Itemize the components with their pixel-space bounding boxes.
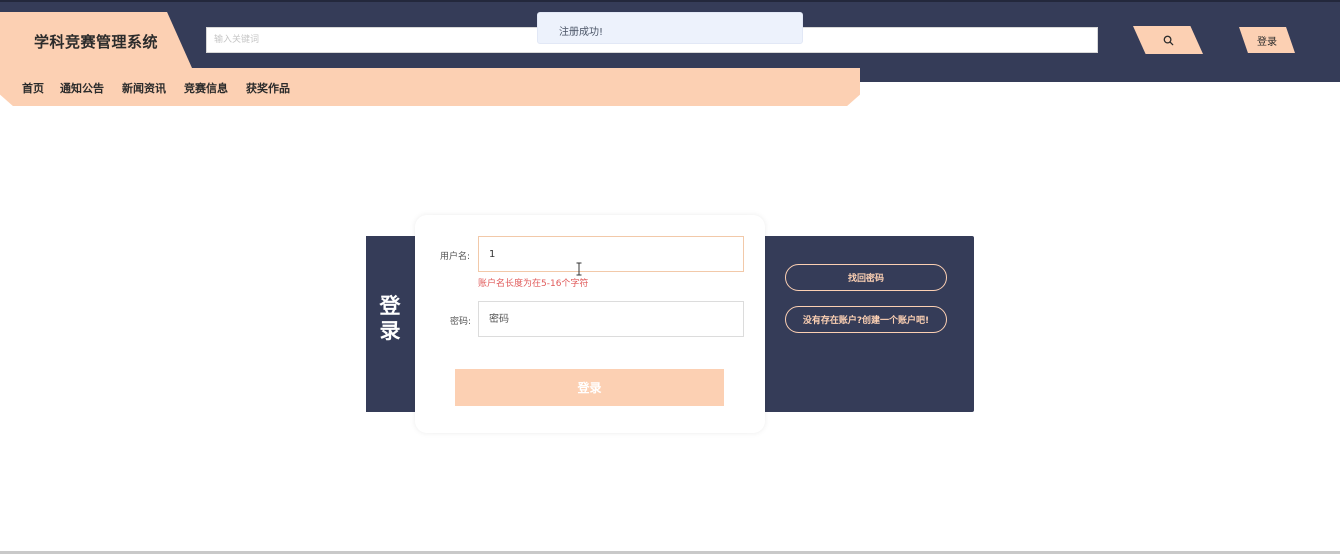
register-button[interactable]: 没有存在账户?创建一个账户吧!	[785, 306, 947, 333]
password-field[interactable]	[478, 301, 744, 337]
nav-item-notices[interactable]: 通知公告	[60, 80, 104, 96]
search-icon	[1163, 35, 1173, 45]
text-cursor-icon	[576, 262, 582, 276]
login-submit-button[interactable]: 登录	[455, 369, 724, 406]
nav-item-news[interactable]: 新闻资讯	[122, 80, 166, 96]
login-side-title: 登 录	[378, 294, 402, 344]
nav-item-home[interactable]: 首页	[22, 80, 44, 96]
main-nav: 首页 通知公告 新闻资讯 竞赛信息 获奖作品	[0, 68, 860, 106]
username-error-message: 账户名长度为在5-16个字符	[478, 279, 589, 289]
header-login-button[interactable]: 登录	[1239, 27, 1295, 53]
nav-item-awards[interactable]: 获奖作品	[246, 80, 290, 96]
username-field[interactable]	[478, 236, 744, 272]
login-side-title-char-2: 录	[379, 319, 401, 343]
password-label: 密码:	[450, 317, 472, 327]
login-side-title-char-1: 登	[379, 294, 401, 318]
nav-item-competitions[interactable]: 竞赛信息	[184, 80, 228, 96]
site-brand[interactable]: 学科竞赛管理系统	[0, 12, 192, 68]
success-toast: 注册成功!	[537, 12, 803, 44]
site-title: 学科竞赛管理系统	[34, 33, 159, 51]
forgot-password-button[interactable]: 找回密码	[785, 264, 947, 291]
username-label: 用户名:	[440, 252, 471, 262]
